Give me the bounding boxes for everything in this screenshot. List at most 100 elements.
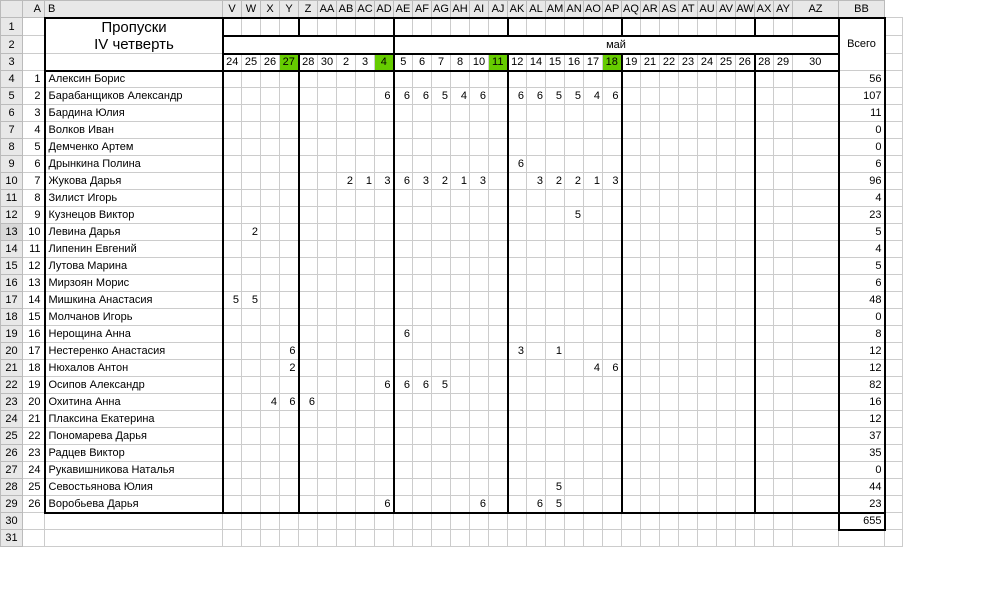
cell[interactable]	[242, 513, 261, 530]
row-header[interactable]: 1	[1, 18, 23, 36]
attendance-cell[interactable]	[641, 190, 660, 207]
cell[interactable]	[679, 530, 698, 547]
attendance-cell[interactable]	[242, 258, 261, 275]
attendance-cell[interactable]	[736, 105, 755, 122]
attendance-cell[interactable]	[774, 88, 793, 105]
attendance-cell[interactable]	[660, 224, 679, 241]
attendance-cell[interactable]	[318, 292, 337, 309]
student-number[interactable]: 23	[23, 445, 45, 462]
attendance-cell[interactable]	[261, 156, 280, 173]
attendance-cell[interactable]	[413, 496, 432, 513]
attendance-cell[interactable]	[261, 326, 280, 343]
attendance-cell[interactable]	[698, 88, 717, 105]
student-number[interactable]: 5	[23, 139, 45, 156]
attendance-cell[interactable]	[660, 496, 679, 513]
attendance-cell[interactable]	[660, 394, 679, 411]
attendance-cell[interactable]	[470, 360, 489, 377]
attendance-cell[interactable]	[546, 122, 565, 139]
cell[interactable]	[885, 241, 903, 258]
cell[interactable]	[885, 54, 903, 71]
attendance-cell[interactable]	[223, 411, 242, 428]
column-header[interactable]: AG	[432, 1, 451, 18]
attendance-cell[interactable]	[622, 207, 641, 224]
attendance-cell[interactable]	[546, 156, 565, 173]
attendance-cell[interactable]	[432, 71, 451, 88]
day-header[interactable]: 25	[242, 54, 261, 71]
attendance-cell[interactable]	[356, 343, 375, 360]
cell[interactable]	[755, 530, 774, 547]
attendance-cell[interactable]	[527, 360, 546, 377]
day-header[interactable]: 8	[451, 54, 470, 71]
student-total[interactable]: 12	[839, 343, 885, 360]
day-header[interactable]: 16	[565, 54, 584, 71]
attendance-cell[interactable]	[432, 479, 451, 496]
attendance-cell[interactable]	[489, 343, 508, 360]
attendance-cell[interactable]	[242, 428, 261, 445]
attendance-cell[interactable]	[261, 224, 280, 241]
attendance-cell[interactable]	[223, 394, 242, 411]
attendance-cell[interactable]: 6	[280, 394, 299, 411]
attendance-cell[interactable]: 6	[527, 496, 546, 513]
attendance-cell[interactable]	[470, 241, 489, 258]
attendance-cell[interactable]	[261, 105, 280, 122]
attendance-cell[interactable]	[223, 241, 242, 258]
attendance-cell[interactable]	[261, 139, 280, 156]
attendance-cell[interactable]	[356, 71, 375, 88]
attendance-cell[interactable]: 5	[546, 88, 565, 105]
cell[interactable]	[546, 513, 565, 530]
attendance-cell[interactable]: 2	[337, 173, 356, 190]
student-number[interactable]: 18	[23, 360, 45, 377]
attendance-cell[interactable]	[584, 139, 603, 156]
student-number[interactable]: 10	[23, 224, 45, 241]
attendance-cell[interactable]	[793, 88, 839, 105]
attendance-cell[interactable]	[755, 207, 774, 224]
attendance-cell[interactable]	[508, 309, 527, 326]
attendance-cell[interactable]	[299, 326, 318, 343]
student-name[interactable]: Зилист Игорь	[45, 190, 223, 207]
attendance-cell[interactable]	[356, 462, 375, 479]
attendance-cell[interactable]	[660, 343, 679, 360]
attendance-cell[interactable]	[641, 71, 660, 88]
cell[interactable]	[451, 513, 470, 530]
attendance-cell[interactable]	[698, 377, 717, 394]
attendance-cell[interactable]	[508, 479, 527, 496]
row-header[interactable]: 12	[1, 207, 23, 224]
attendance-cell[interactable]	[660, 241, 679, 258]
attendance-cell[interactable]	[432, 241, 451, 258]
attendance-cell[interactable]	[679, 88, 698, 105]
attendance-cell[interactable]	[641, 173, 660, 190]
cell[interactable]	[337, 530, 356, 547]
attendance-cell[interactable]	[508, 258, 527, 275]
row-header[interactable]: 21	[1, 360, 23, 377]
attendance-cell[interactable]	[318, 360, 337, 377]
attendance-cell[interactable]	[774, 258, 793, 275]
row-header[interactable]: 4	[1, 71, 23, 88]
month-label[interactable]: май	[394, 36, 839, 54]
attendance-cell[interactable]	[242, 71, 261, 88]
attendance-cell[interactable]	[527, 241, 546, 258]
day-header[interactable]: 17	[584, 54, 603, 71]
attendance-cell[interactable]	[793, 309, 839, 326]
attendance-cell[interactable]	[223, 309, 242, 326]
attendance-cell[interactable]	[660, 462, 679, 479]
attendance-cell[interactable]	[736, 496, 755, 513]
attendance-cell[interactable]	[755, 479, 774, 496]
attendance-cell[interactable]	[261, 309, 280, 326]
attendance-cell[interactable]	[717, 360, 736, 377]
attendance-cell[interactable]	[451, 139, 470, 156]
day-header[interactable]: 15	[546, 54, 565, 71]
attendance-cell[interactable]	[223, 428, 242, 445]
attendance-cell[interactable]	[489, 190, 508, 207]
column-header[interactable]: AP	[603, 1, 622, 18]
cell[interactable]	[23, 54, 45, 71]
column-header[interactable]: AO	[584, 1, 603, 18]
attendance-cell[interactable]: 4	[584, 360, 603, 377]
attendance-cell[interactable]	[356, 309, 375, 326]
attendance-cell[interactable]	[489, 428, 508, 445]
attendance-cell[interactable]	[717, 173, 736, 190]
attendance-cell[interactable]: 6	[375, 377, 394, 394]
attendance-cell[interactable]	[622, 479, 641, 496]
attendance-cell[interactable]	[337, 241, 356, 258]
attendance-cell[interactable]	[793, 241, 839, 258]
attendance-cell[interactable]	[337, 258, 356, 275]
